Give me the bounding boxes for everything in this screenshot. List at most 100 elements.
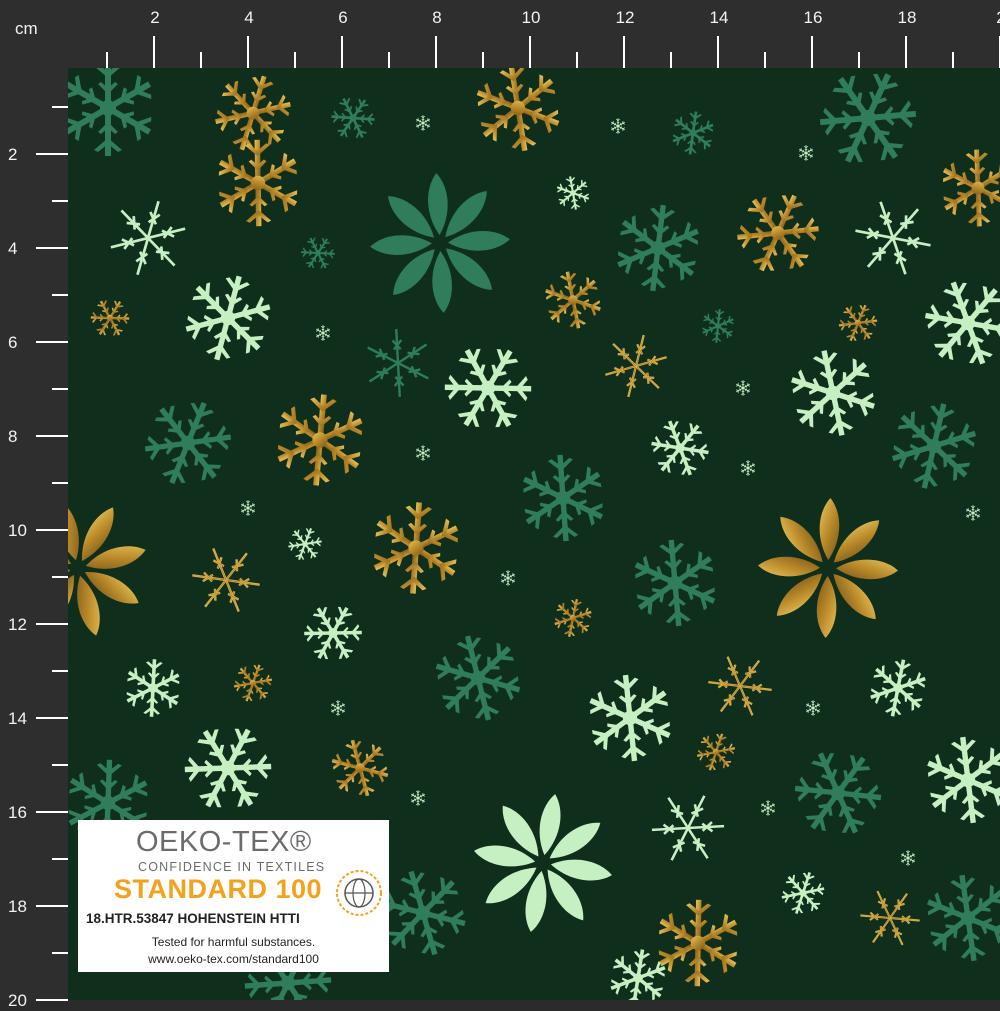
snowflake-icon	[181, 534, 272, 626]
snowflake-icon	[228, 658, 278, 707]
ruler-tick	[52, 200, 68, 202]
snowflake-icon	[549, 169, 597, 217]
ruler-label: 2	[150, 8, 160, 27]
snowflake-icon	[925, 135, 1000, 242]
ruler-label: 8	[432, 8, 442, 27]
ruler-tick	[52, 106, 68, 108]
snowflake-icon	[341, 144, 539, 342]
ruler-tick	[294, 52, 296, 68]
snowflake-icon	[500, 570, 516, 585]
ruler-tick	[435, 36, 437, 68]
ruler-label: 2	[996, 8, 1000, 28]
label-tested-text: Tested for harmful substances.	[151, 935, 316, 949]
ruler-label: 2	[8, 145, 18, 164]
ruler-label: 4	[8, 239, 18, 258]
snowflake-icon	[428, 328, 547, 447]
snowflake-icon	[294, 594, 373, 673]
snowflake-icon	[691, 728, 740, 777]
label-title: OEKO-TEX®	[136, 826, 312, 858]
snowflake-icon	[833, 298, 884, 349]
snowflake-icon	[697, 643, 782, 729]
ruler-unit-label: cm	[15, 19, 38, 38]
ruler-tick	[482, 52, 484, 68]
ruler-tick	[811, 36, 813, 68]
snowflake-icon	[907, 857, 1000, 979]
snowflake-icon	[353, 318, 444, 407]
ruler-tick	[52, 764, 68, 766]
snowflake-icon	[600, 328, 672, 403]
ruler-tick	[153, 36, 155, 68]
ruler-tick	[36, 811, 68, 813]
snowflake-icon	[907, 262, 1000, 384]
label-cert-number: 18.HTR.53847 HOHENSTEIN HTTI	[86, 911, 300, 926]
ruler-tick	[905, 36, 907, 68]
snowflake-icon	[462, 782, 624, 944]
snowflake-icon	[965, 505, 981, 520]
snowflake-icon	[735, 380, 751, 395]
ruler-tick	[858, 52, 860, 68]
snowflake-icon	[610, 118, 626, 133]
ruler-tick	[36, 341, 68, 343]
ruler-tick	[36, 153, 68, 155]
ruler-label: 10	[8, 521, 27, 540]
ruler-tick	[36, 435, 68, 437]
globe-icon	[336, 870, 382, 916]
ruler-tick	[52, 858, 68, 860]
ruler-tick	[388, 52, 390, 68]
oeko-tex-label: OEKO-TEX® CONFIDENCE IN TEXTILES STANDAR…	[78, 820, 389, 972]
ruler-label: 10	[521, 8, 541, 27]
ruler-tick	[341, 36, 343, 68]
ruler-tick	[952, 52, 954, 68]
ruler-label: 14	[709, 8, 729, 27]
snowflake-icon	[68, 472, 174, 663]
snowflake-icon	[804, 68, 933, 182]
snowflake-icon	[550, 595, 596, 641]
snowflake-icon	[668, 109, 717, 158]
ruler-label: 16	[8, 803, 27, 822]
snowflake-icon	[240, 500, 256, 515]
ruler-tick	[106, 52, 108, 68]
snowflake-icon	[270, 391, 370, 490]
snowflake-icon	[417, 617, 540, 740]
ruler-tick	[717, 36, 719, 68]
ruler-label: 18	[897, 8, 917, 27]
ruler-tick	[576, 52, 578, 68]
ruler-label: 14	[8, 709, 27, 728]
snowflake-icon	[654, 899, 743, 987]
snowflake-icon	[131, 387, 244, 500]
snowflake-icon	[609, 200, 706, 296]
snowflake-icon	[772, 332, 895, 455]
snowflake-icon	[740, 460, 756, 475]
snowflake-icon	[315, 325, 331, 340]
ruler-label: 20	[8, 991, 27, 1010]
snowflake-icon	[851, 878, 930, 958]
ruler-tick	[52, 670, 68, 672]
ruler-tick	[623, 36, 625, 68]
snowflake-icon	[760, 800, 776, 815]
snowflake-icon	[882, 394, 987, 498]
snowflake-icon	[777, 732, 899, 853]
snowflake-icon	[907, 719, 1000, 841]
snowflake-icon	[798, 145, 814, 160]
snowflake-icon	[295, 230, 342, 277]
ruler-label: 4	[244, 8, 254, 27]
snowflake-icon	[415, 445, 431, 460]
ruler-tick	[52, 952, 68, 954]
snowflake-icon	[104, 192, 193, 284]
snowflake-icon	[724, 179, 833, 287]
ruler-label: 12	[8, 615, 27, 634]
snowflake-icon	[776, 866, 831, 921]
ruler-tick	[36, 999, 68, 1001]
snowflake-icon	[729, 469, 927, 667]
ruler-label: 12	[615, 8, 635, 27]
snowflake-icon	[169, 709, 287, 826]
snowflake-icon	[283, 522, 327, 566]
ruler-tick	[52, 294, 68, 296]
snowflake-icon	[841, 186, 944, 289]
snowflake-icon	[503, 438, 624, 559]
snowflake-icon	[198, 123, 317, 242]
snowflake-icon	[864, 654, 932, 722]
ruler-tick	[52, 482, 68, 484]
snowflake-icon	[639, 407, 721, 488]
ruler-tick	[36, 905, 68, 907]
